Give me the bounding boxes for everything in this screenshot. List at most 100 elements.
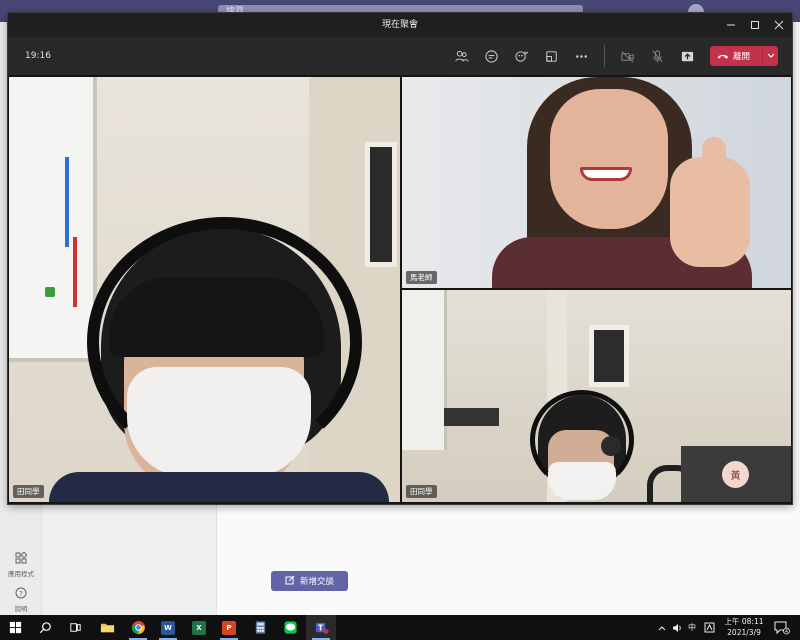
taskbar-app-calculator[interactable] (245, 615, 275, 640)
chevron-up-icon (658, 625, 666, 630)
taskbar-app-word[interactable]: W (153, 615, 183, 640)
toolbar-separator (604, 45, 605, 67)
start-button[interactable] (0, 615, 30, 640)
meeting-toolbar: 19:16 離開 (8, 37, 792, 75)
system-clock[interactable]: 上午 08:11 2021/3/9 (722, 617, 766, 638)
window-title: 現在聚會 (381, 20, 418, 30)
taskbar-search-button[interactable] (30, 615, 60, 640)
scene-window (589, 325, 629, 387)
windows-taskbar: W X P T 中 上午 08:11 2021/3/9 4 (0, 615, 800, 640)
excel-icon: X (192, 620, 206, 635)
share-icon (681, 51, 693, 61)
chevron-down-icon (767, 53, 774, 58)
scene-marker-blue (65, 157, 69, 247)
notification-icon: 4 (774, 621, 790, 635)
rooms-icon (545, 50, 557, 62)
svg-text:?: ? (19, 590, 23, 598)
volume-button[interactable] (670, 615, 684, 640)
participant-name-label: 馬老師 (406, 271, 437, 284)
chat-icon (484, 49, 498, 63)
video-stage: 田同學 馬老師 田同學 黃 (8, 75, 792, 504)
scene-smile (580, 167, 632, 181)
scene-face (550, 89, 668, 229)
participants-icon (454, 50, 469, 61)
rail-item-help-label: 說明 (14, 605, 28, 613)
leave-label: 離開 (733, 52, 751, 62)
maximize-button[interactable] (742, 13, 768, 37)
ime-language-button[interactable]: 中 (685, 615, 699, 640)
scene-whiteboard (9, 77, 97, 362)
camera-toggle-button[interactable] (617, 46, 637, 66)
hang-up-icon (717, 54, 729, 59)
participants-button[interactable] (451, 46, 471, 66)
meeting-window: 現在聚會 19:16 離開 田同學 馬老師 田同學 黃 (7, 12, 793, 505)
scene-whiteboard (402, 290, 447, 450)
rail-item-apps[interactable]: 應用程式 (0, 551, 42, 578)
new-chat-label: 新增交談 (299, 577, 334, 587)
taskbar-app-line[interactable] (275, 615, 305, 640)
minimize-icon (727, 24, 735, 26)
action-center-button[interactable]: 4 (771, 615, 793, 640)
new-chat-button[interactable]: 新增交談 (271, 571, 348, 591)
scene-microphone (601, 436, 621, 456)
video-tile-teacher[interactable]: 馬老師 (402, 77, 791, 288)
rooms-button[interactable] (541, 46, 561, 66)
leave-main-area[interactable]: 離開 (710, 46, 762, 66)
task-view-icon (69, 623, 81, 632)
scene-shelf (444, 408, 499, 426)
rail-item-help[interactable]: ? 說明 (0, 587, 42, 613)
compose-icon (285, 575, 295, 588)
mic-off-icon (651, 49, 663, 62)
maximize-icon (751, 21, 759, 29)
mic-toggle-button[interactable] (647, 46, 667, 66)
ime-mode-button[interactable] (701, 615, 717, 640)
more-options-button[interactable] (571, 46, 591, 66)
file-explorer-icon (100, 623, 114, 633)
taskbar-app-chrome[interactable] (123, 615, 153, 640)
tray-overflow-button[interactable] (655, 615, 669, 640)
scene-magnet-green (45, 287, 55, 297)
line-icon (283, 621, 297, 634)
reactions-button[interactable] (511, 46, 531, 66)
share-screen-button[interactable] (677, 46, 697, 66)
rail-item-apps-label: 應用程式 (8, 570, 34, 578)
powerpoint-icon: P (222, 620, 236, 635)
task-view-button[interactable] (60, 615, 90, 640)
taskbar-app-excel[interactable]: X (184, 615, 214, 640)
apps-icon (0, 551, 42, 567)
camera-off-icon (620, 50, 634, 62)
leave-button[interactable]: 離開 (710, 46, 778, 66)
taskbar-app-teams[interactable]: T (306, 615, 336, 640)
scene-window (365, 142, 397, 267)
scene-shirt (49, 472, 389, 502)
minimize-button[interactable] (718, 13, 744, 37)
reactions-icon (514, 50, 528, 62)
video-tile-student-main[interactable]: 田同學 (9, 77, 400, 502)
meeting-titlebar: 現在聚會 (8, 13, 792, 37)
participant-avatar: 黃 (722, 461, 749, 488)
start-icon (9, 621, 21, 634)
self-preview-tile[interactable]: 黃 (681, 446, 791, 502)
word-icon: W (161, 620, 175, 635)
meeting-elapsed-time: 19:16 (25, 51, 51, 61)
svg-text:T: T (318, 623, 324, 632)
volume-icon (672, 623, 681, 632)
ime-mode-icon (704, 622, 714, 633)
taskbar-app-file-explorer[interactable] (92, 615, 122, 640)
scene-mask (127, 367, 311, 477)
more-options-icon (575, 54, 587, 58)
chrome-icon (131, 620, 145, 635)
teams-icon: T (315, 622, 329, 634)
close-window-button[interactable] (766, 13, 792, 37)
scene-thumb (702, 137, 726, 177)
taskbar-app-powerpoint[interactable]: P (214, 615, 244, 640)
help-icon: ? (0, 587, 42, 602)
chat-button[interactable] (481, 46, 501, 66)
leave-options-button[interactable] (763, 53, 778, 59)
notification-count: 4 (785, 629, 788, 635)
participant-name-label: 田同學 (406, 485, 437, 498)
participant-name-label: 田同學 (13, 485, 44, 498)
close-icon (774, 20, 784, 30)
clock-date: 2021/3/9 (727, 627, 761, 637)
clock-time: 上午 08:11 (724, 617, 764, 626)
